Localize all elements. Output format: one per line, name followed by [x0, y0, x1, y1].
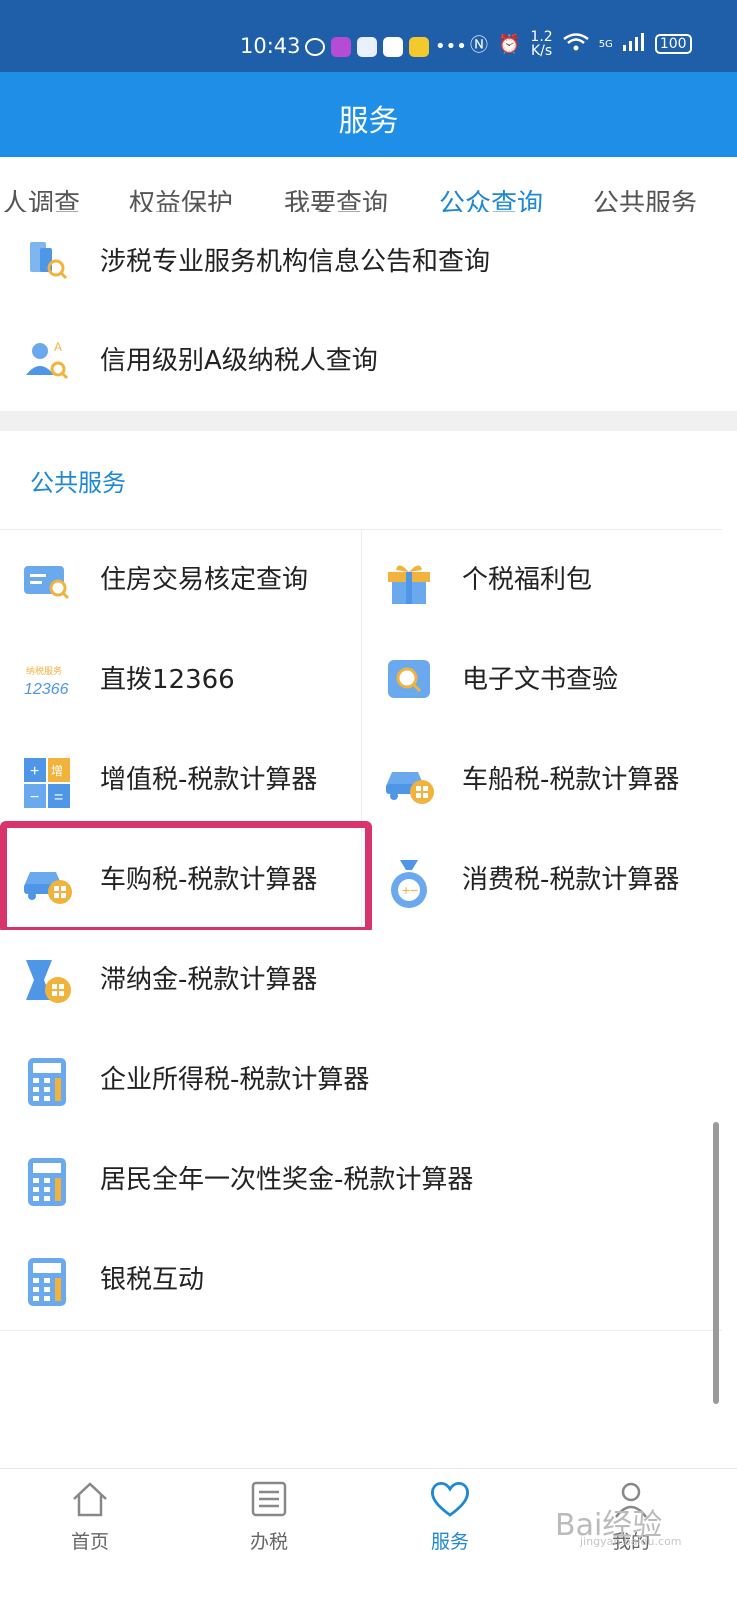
- grid-item-document-verify[interactable]: 电子文书查验: [362, 630, 722, 731]
- section-divider: [0, 411, 737, 431]
- alarm-icon: ⏰: [498, 33, 521, 55]
- list-item-label: 银税互动: [100, 1265, 205, 1295]
- wechat-icon: [305, 37, 325, 56]
- grid-item-welfare-pack[interactable]: 个税福利包: [362, 530, 722, 631]
- wifi-icon: [562, 33, 589, 55]
- baidu-map-icon: [357, 36, 377, 57]
- late-fee-calculator-icon: [22, 956, 72, 1006]
- svg-text:+−: +−: [402, 882, 418, 898]
- list-icon: [249, 1481, 289, 1523]
- grid-item-vehicle-vessel-calculator[interactable]: 车船税-税款计算器: [362, 730, 722, 831]
- grid-item-consumption-tax-calculator[interactable]: +− 消费税-税款计算器: [362, 830, 722, 931]
- list-item-label: 涉税专业服务机构信息公告和查询: [100, 247, 491, 277]
- home-icon: [70, 1482, 110, 1523]
- list-item-label: 居民全年一次性奖金-税款计算器: [100, 1165, 474, 1195]
- grid-item-label: 增值税-税款计算器: [100, 765, 318, 795]
- net-speed: 1.2 K/s: [530, 30, 552, 58]
- nav-label: 首页: [70, 1531, 109, 1553]
- money-bag-icon: +−: [384, 856, 434, 908]
- list-item-label: 信用级别A级纳税人查询: [100, 346, 378, 376]
- list-item-late-fee-calculator[interactable]: 滞纳金-税款计算器: [0, 930, 722, 1031]
- status-bar: 10:43 ••• Ⓝ ⏰ 1.2 K/s 5G 100: [0, 0, 737, 72]
- nav-label: 服务: [430, 1531, 469, 1553]
- calculator-icon: [22, 1256, 72, 1306]
- grid-item-label: 电子文书查验: [462, 665, 619, 695]
- signal-bars-icon: [622, 33, 645, 55]
- user-grade-search-icon: A: [22, 337, 72, 387]
- page-title: 服务: [338, 104, 399, 139]
- nav-tax[interactable]: 办税: [219, 1479, 319, 1554]
- list-item-bank-tax-interaction[interactable]: 银税互动: [0, 1230, 722, 1331]
- section-title: 公共服务: [30, 469, 126, 497]
- building-search-icon: [22, 234, 72, 284]
- car-calculator-icon: [384, 756, 434, 806]
- watermark-url: jingyan.baidu.com: [580, 1535, 682, 1548]
- shopping-bag-icon: [383, 36, 403, 57]
- svg-text:纳税服务: 纳税服务: [26, 665, 62, 676]
- list-item-annual-bonus[interactable]: 居民全年一次性奖金-税款计算器: [0, 1130, 722, 1231]
- nav-label: 办税: [249, 1531, 288, 1553]
- list-item-corporate-income-tax[interactable]: 企业所得税-税款计算器: [0, 1030, 722, 1131]
- svg-text:=: =: [54, 789, 63, 806]
- nav-home[interactable]: 首页: [40, 1479, 140, 1554]
- list-item-a-grade-taxpayer[interactable]: A 信用级别A级纳税人查询: [0, 311, 722, 412]
- calculator-icon: [22, 1156, 72, 1206]
- grid-item-label: 直拨12366: [100, 665, 235, 695]
- nfc-icon: Ⓝ: [470, 35, 488, 56]
- svg-text:A: A: [54, 340, 62, 354]
- svg-text:+: +: [30, 763, 39, 780]
- battery-indicator: 100: [654, 34, 692, 54]
- document-verify-icon: [384, 656, 434, 706]
- app-bar: 服务: [0, 72, 737, 157]
- more-dots-icon: •••: [435, 36, 467, 57]
- scrollbar[interactable]: [713, 1122, 719, 1404]
- gift-icon: [384, 556, 434, 606]
- signal-5g: 5G: [598, 38, 613, 50]
- list-item-agency-query[interactable]: 涉税专业服务机构信息公告和查询: [0, 212, 722, 313]
- system-status: Ⓝ ⏰ 1.2 K/s 5G 100: [470, 30, 692, 58]
- heart-icon: [429, 1481, 471, 1523]
- calculator-icon: [22, 1056, 72, 1106]
- svg-text:12366: 12366: [24, 681, 69, 698]
- notification-icons: •••: [305, 36, 467, 57]
- list-item-label: 企业所得税-税款计算器: [100, 1065, 370, 1095]
- app-tax-icon: [331, 36, 351, 57]
- net-speed-unit: K/s: [530, 43, 553, 59]
- grid-item-hotline[interactable]: 纳税服务 12366 直拨12366: [0, 630, 362, 731]
- grid-item-house-query[interactable]: 住房交易核定查询: [0, 530, 362, 631]
- list-item-label: 滞纳金-税款计算器: [100, 965, 318, 995]
- grid-item-label: 车船税-税款计算器: [462, 765, 680, 795]
- grid-item-label: 消费税-税款计算器: [462, 865, 680, 895]
- svg-text:增: 增: [51, 764, 63, 778]
- vat-calculator-icon: + 增 − =: [22, 756, 72, 808]
- highlight-box: [0, 821, 372, 934]
- grid-item-label: 住房交易核定查询: [100, 565, 309, 595]
- nav-service[interactable]: 服务: [400, 1479, 500, 1554]
- app-yellow-icon: [409, 36, 429, 57]
- grid-item-vat-calculator[interactable]: + 增 − = 增值税-税款计算器: [0, 730, 362, 831]
- status-time: 10:43: [240, 34, 301, 58]
- hotline-12366-icon: 纳税服务 12366: [22, 656, 72, 706]
- grid-item-label: 个税福利包: [462, 565, 593, 595]
- house-search-icon: [22, 556, 72, 606]
- svg-text:−: −: [30, 789, 39, 806]
